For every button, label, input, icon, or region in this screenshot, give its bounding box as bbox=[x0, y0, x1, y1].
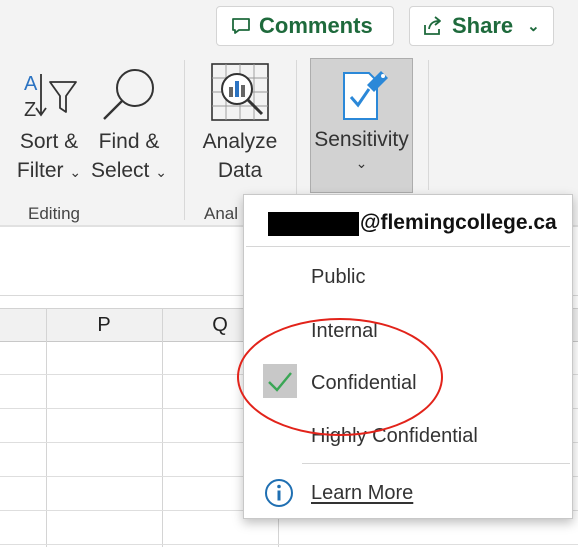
share-button[interactable]: Share ⌄ bbox=[409, 6, 554, 46]
find-select-line2: Select bbox=[91, 159, 150, 182]
find-select-line1: Find & bbox=[98, 130, 160, 153]
info-icon bbox=[264, 478, 294, 513]
chevron-down-icon: ⌄ bbox=[355, 155, 368, 171]
svg-text:Z: Z bbox=[24, 99, 36, 121]
highlight-circle bbox=[237, 318, 443, 436]
sort-filter-icon: A Z bbox=[22, 70, 78, 127]
analyze-data-line1: Analyze bbox=[202, 130, 278, 153]
comments-label: Comments bbox=[259, 13, 373, 38]
sensitivity-icon bbox=[341, 67, 389, 128]
menu-divider bbox=[302, 463, 570, 464]
share-dropdown-icon[interactable]: ⌄ bbox=[527, 17, 540, 35]
comments-button[interactable]: Comments bbox=[216, 6, 394, 46]
chevron-down-icon: ⌄ bbox=[155, 164, 167, 180]
sensitivity-button[interactable]: Sensitivity ⌄ bbox=[310, 58, 413, 193]
share-icon bbox=[422, 16, 444, 36]
find-select-icon bbox=[100, 66, 158, 129]
chevron-down-icon: ⌄ bbox=[69, 164, 82, 180]
grid-line bbox=[162, 308, 163, 547]
sort-filter-button[interactable]: Sort & Filter ⌄ bbox=[14, 127, 84, 187]
group-label-editing: Editing bbox=[28, 204, 80, 223]
account-email: @flemingcollege.ca bbox=[360, 211, 557, 234]
sort-filter-line2: Filter bbox=[16, 159, 64, 182]
analyze-data-icon bbox=[210, 62, 270, 127]
grid-line bbox=[0, 544, 578, 545]
find-select-button[interactable]: Find & Select ⌄ bbox=[90, 127, 168, 187]
menu-item-public[interactable]: Public bbox=[311, 266, 365, 289]
analyze-data-button[interactable]: Analyze Data bbox=[198, 127, 282, 185]
svg-text:A: A bbox=[24, 73, 38, 95]
group-label-analysis: Anal bbox=[204, 204, 239, 223]
sort-filter-line1: Sort & bbox=[19, 130, 79, 153]
learn-more-link[interactable]: Learn More bbox=[311, 482, 413, 505]
redaction-mark bbox=[268, 212, 359, 236]
sensitivity-label: Sensitivity bbox=[314, 128, 409, 151]
comment-icon bbox=[231, 16, 251, 36]
ribbon-divider bbox=[428, 60, 429, 190]
grid-line bbox=[46, 308, 47, 547]
share-label: Share bbox=[452, 13, 514, 38]
menu-divider bbox=[246, 246, 570, 247]
ribbon-divider bbox=[184, 60, 185, 220]
column-header-p[interactable]: P bbox=[46, 308, 162, 340]
analyze-data-line2: Data bbox=[217, 159, 263, 182]
